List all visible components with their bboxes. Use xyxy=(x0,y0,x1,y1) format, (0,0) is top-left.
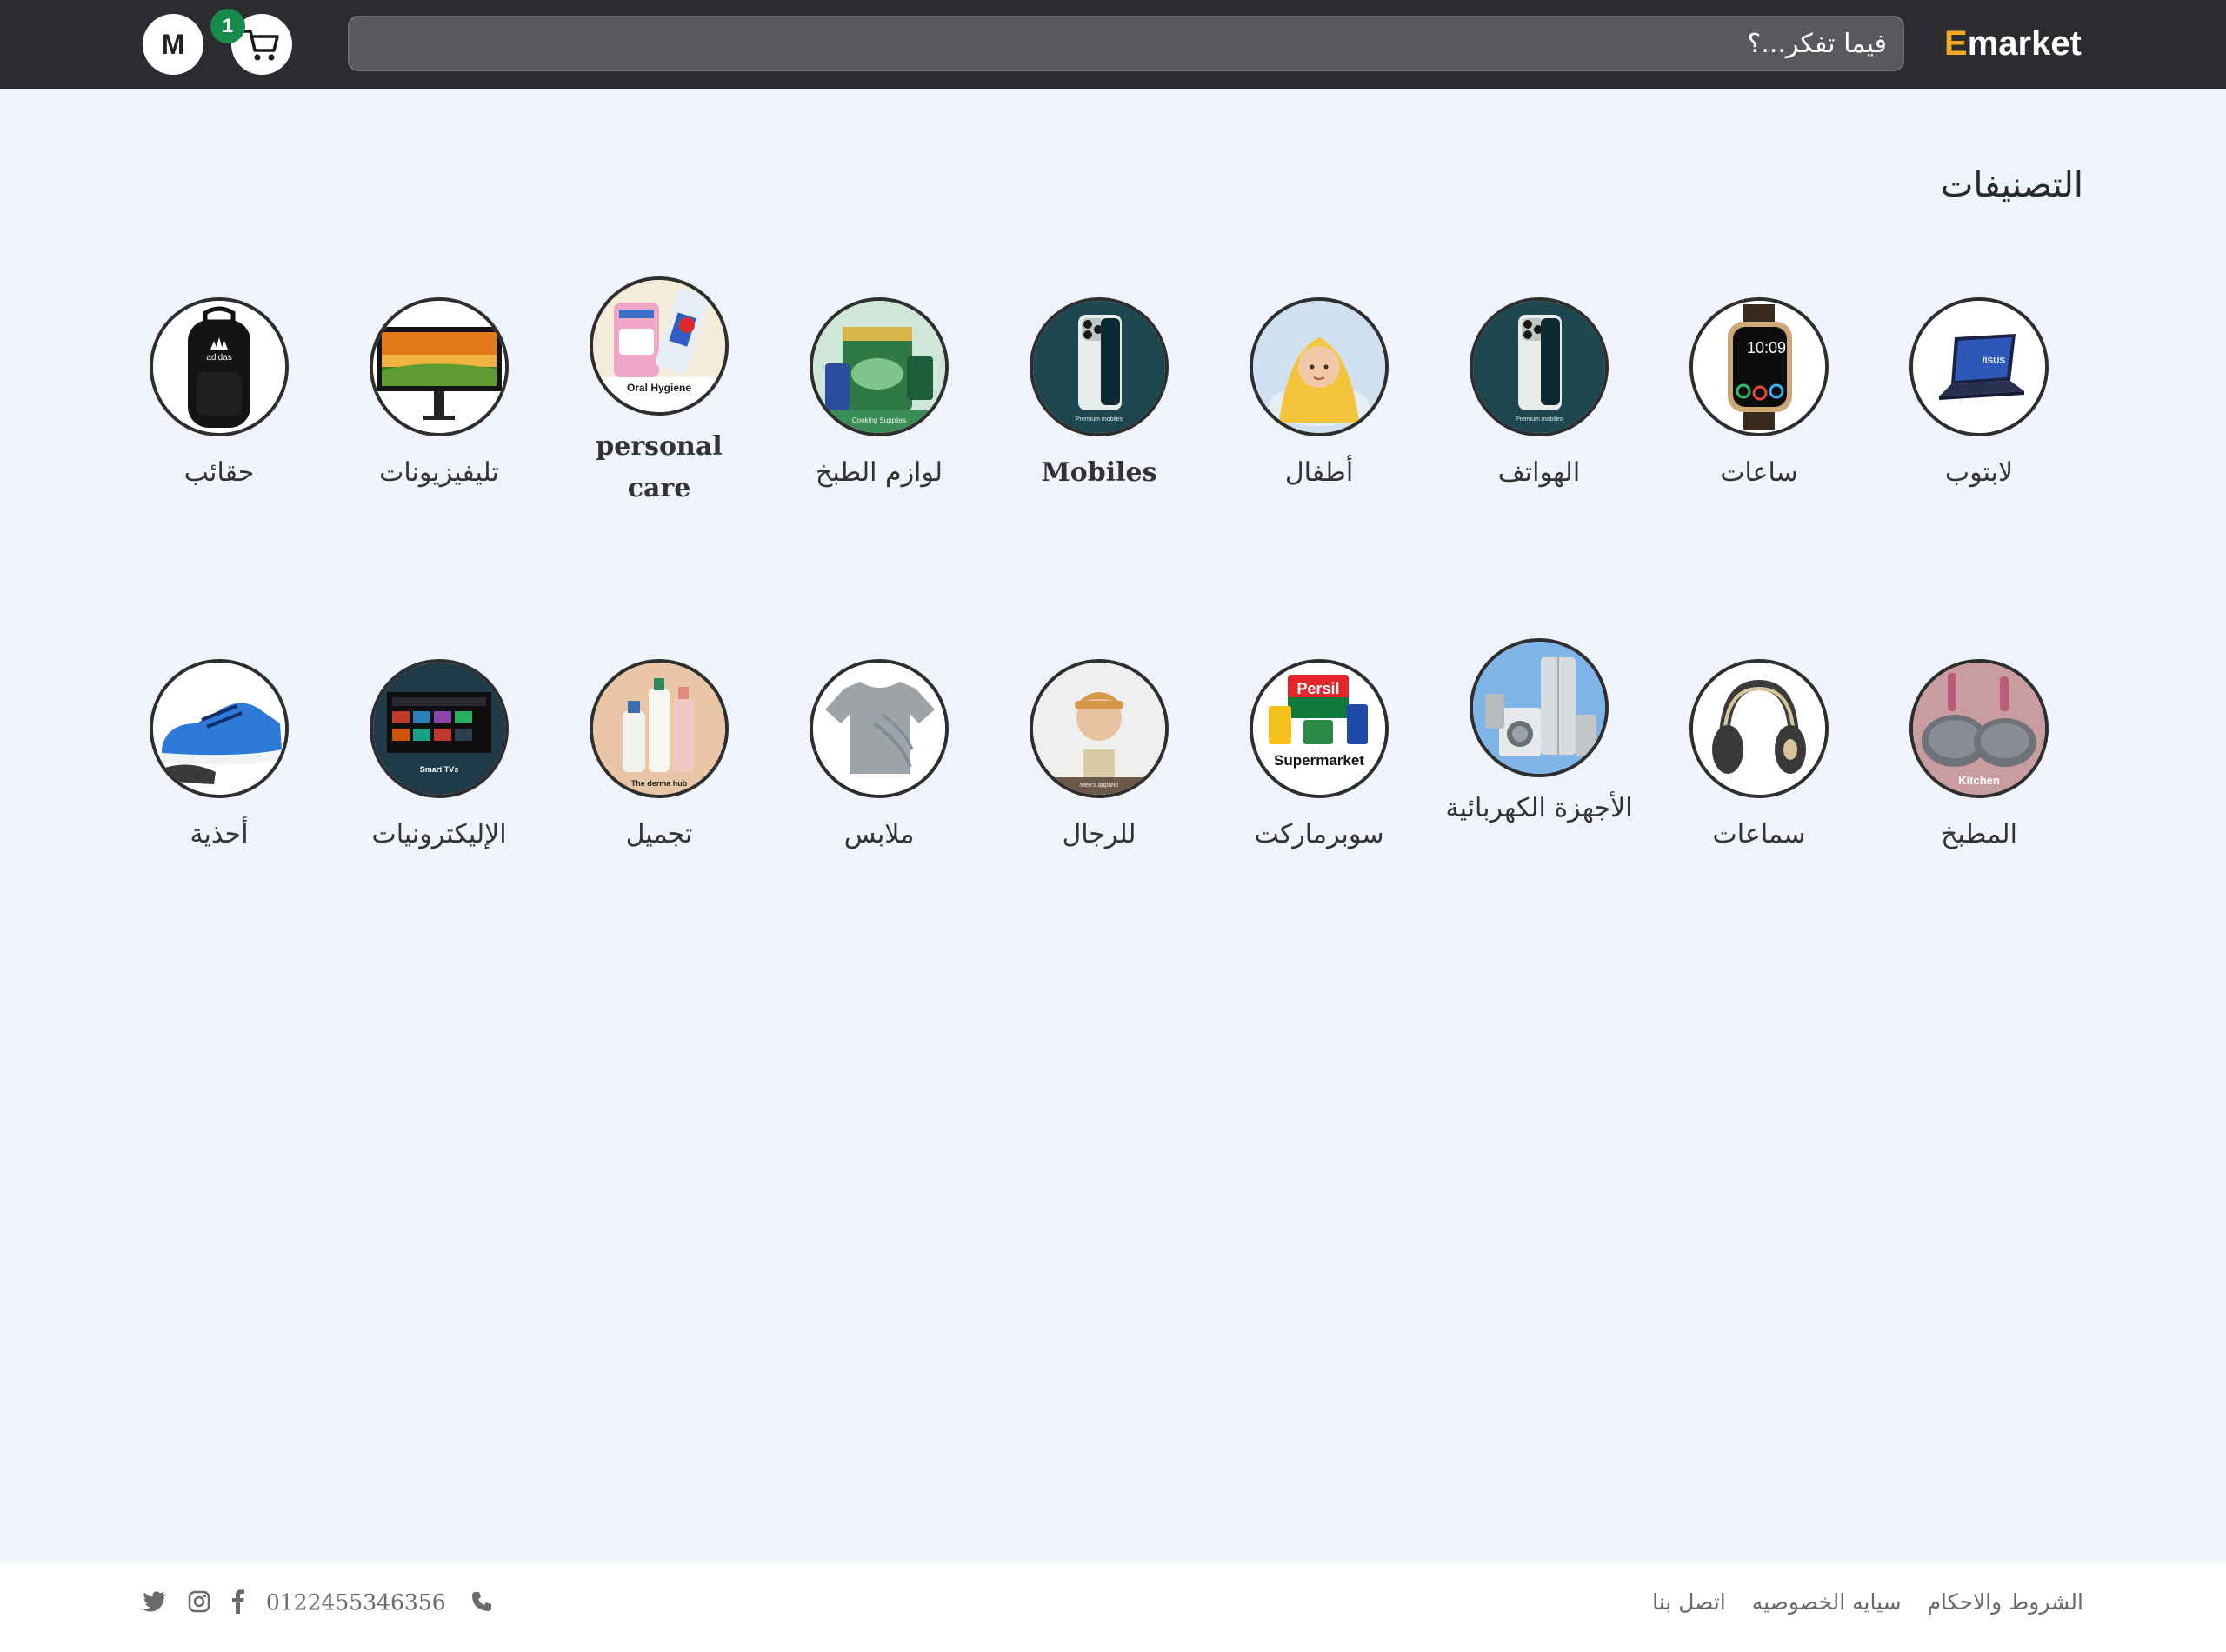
smartwatch-icon: 10:09 xyxy=(1689,297,1829,436)
image-caption: Premium mobiles xyxy=(1516,416,1563,423)
facebook-icon[interactable] xyxy=(231,1589,245,1619)
smart-tv-icon: Smart TVs xyxy=(370,659,509,798)
category-supermarket[interactable]: Persil Supermarket سوبرماركت xyxy=(1223,659,1415,856)
phone-icon: Premium mobiles xyxy=(1470,297,1609,436)
phone-icon xyxy=(470,1590,493,1618)
search-bar xyxy=(348,16,1904,71)
category-beauty[interactable]: The derma hub تجميل xyxy=(563,659,755,856)
category-label: المطبخ xyxy=(1941,819,2017,849)
search-input[interactable] xyxy=(350,17,1903,70)
footer-social: 0122455346356 xyxy=(143,1589,493,1619)
image-caption: Oral Hygiene xyxy=(627,382,691,394)
headphones-icon xyxy=(1689,659,1829,798)
watch-face-time: 10:09 xyxy=(1747,339,1786,356)
category-label: الأجهزة الكهربائية xyxy=(1445,793,1633,823)
twitter-icon[interactable] xyxy=(143,1591,167,1617)
category-phones[interactable]: Premium mobiles الهواتف xyxy=(1443,297,1635,494)
category-cooking-supplies[interactable]: Cooking Supplies لوازم الطبخ xyxy=(783,297,975,494)
image-caption: The derma hub xyxy=(631,779,688,788)
category-bags[interactable]: adidas حقائب xyxy=(123,297,315,494)
category-label: لوازم الطبخ xyxy=(815,457,943,488)
user-avatar-button[interactable]: M xyxy=(143,14,203,75)
category-label: الإليكترونيات xyxy=(371,819,507,849)
product-brand-text: Persil xyxy=(1296,680,1339,697)
category-label: للرجال xyxy=(1062,819,1136,849)
image-caption: Men's apparel xyxy=(1080,783,1118,789)
backpack-icon: adidas xyxy=(150,297,289,436)
cart-icon xyxy=(243,30,279,61)
cooking-supplies-icon: Cooking Supplies xyxy=(810,297,949,436)
category-label: Mobiles xyxy=(1041,457,1157,488)
category-label: أطفال xyxy=(1284,457,1354,488)
contact-link[interactable]: اتصل بنا xyxy=(1652,1589,1726,1615)
category-label: أحذية xyxy=(190,819,249,849)
category-televisions[interactable]: تليفيزيونات xyxy=(343,297,535,494)
brand-logo[interactable]: Emarket xyxy=(1944,19,2082,68)
category-label: الهواتف xyxy=(1497,457,1581,488)
instagram-icon[interactable] xyxy=(188,1590,210,1618)
phone-number[interactable]: 0122455346356 xyxy=(266,1590,446,1615)
category-men[interactable]: Men's apparel للرجال xyxy=(1003,659,1195,856)
category-electronics[interactable]: Smart TVs الإليكترونيات xyxy=(343,659,535,856)
category-label: ملابس xyxy=(843,819,915,849)
top-navbar: Emarket 1 M xyxy=(0,0,2226,89)
supermarket-icon: Persil Supermarket xyxy=(1250,659,1389,798)
appliances-icon xyxy=(1470,638,1609,777)
categories-title: التصنيفات xyxy=(1940,165,2083,205)
pans-icon: Kitchen xyxy=(1909,659,2049,798)
category-label: سوبرماركت xyxy=(1254,819,1384,849)
category-kids[interactable]: أطفال xyxy=(1223,297,1415,494)
image-caption: Supermarket xyxy=(1274,752,1364,769)
laptop-icon: /ISUS xyxy=(1909,297,2049,436)
tshirt-icon xyxy=(810,659,949,798)
monitor-icon xyxy=(370,297,509,436)
cart-count-badge: 1 xyxy=(210,9,245,43)
category-label: تليفيزيونات xyxy=(379,457,499,488)
man-icon: Men's apparel xyxy=(1030,659,1169,798)
category-watches[interactable]: 10:09 ساعات xyxy=(1663,297,1855,494)
image-caption: adidas xyxy=(206,353,231,363)
category-personal-care[interactable]: Oral Hygiene personal care xyxy=(563,276,755,510)
category-laptop[interactable]: /ISUS لابتوب xyxy=(1883,297,2075,494)
image-caption: Smart TVs xyxy=(420,765,459,774)
baby-icon xyxy=(1250,297,1389,436)
oral-hygiene-icon: Oral Hygiene xyxy=(590,276,729,416)
category-label: ساعات xyxy=(1720,457,1798,488)
sneaker-icon xyxy=(150,659,289,798)
category-headphones[interactable]: سماعات xyxy=(1663,659,1855,856)
brand-logo-initial: E xyxy=(1944,24,1968,63)
category-label: تجميل xyxy=(625,819,693,849)
category-label: personal care xyxy=(596,431,723,503)
privacy-link[interactable]: سيايه الخصوصيه xyxy=(1752,1589,1902,1615)
category-shoes[interactable]: أحذية xyxy=(123,659,315,856)
category-mobiles[interactable]: Premium mobiles Mobiles xyxy=(1003,297,1195,494)
skincare-icon: The derma hub xyxy=(590,659,729,798)
category-label: سماعات xyxy=(1712,819,1806,849)
svg-text:/ISUS: /ISUS xyxy=(1983,356,2005,366)
category-label: لابتوب xyxy=(1944,457,2014,488)
brand-logo-text: market xyxy=(1967,24,2082,63)
image-caption: Cooking Supplies xyxy=(852,416,906,424)
category-electrical-appliances[interactable]: الأجهزة الكهربائية xyxy=(1443,638,1635,829)
phone-icon: Premium mobiles xyxy=(1030,297,1169,436)
category-label: حقائب xyxy=(183,457,255,488)
category-clothes[interactable]: ملابس xyxy=(783,659,975,856)
image-caption: Kitchen xyxy=(1958,774,2000,787)
footer: الشروط والاحكام سيايه الخصوصيه اتصل بنا … xyxy=(0,1563,2226,1652)
footer-links: الشروط والاحكام سيايه الخصوصيه اتصل بنا xyxy=(1633,1589,2083,1615)
image-caption: Premium mobiles xyxy=(1076,416,1123,423)
category-kitchen[interactable]: Kitchen المطبخ xyxy=(1883,659,2075,856)
terms-link[interactable]: الشروط والاحكام xyxy=(1928,1589,2083,1615)
